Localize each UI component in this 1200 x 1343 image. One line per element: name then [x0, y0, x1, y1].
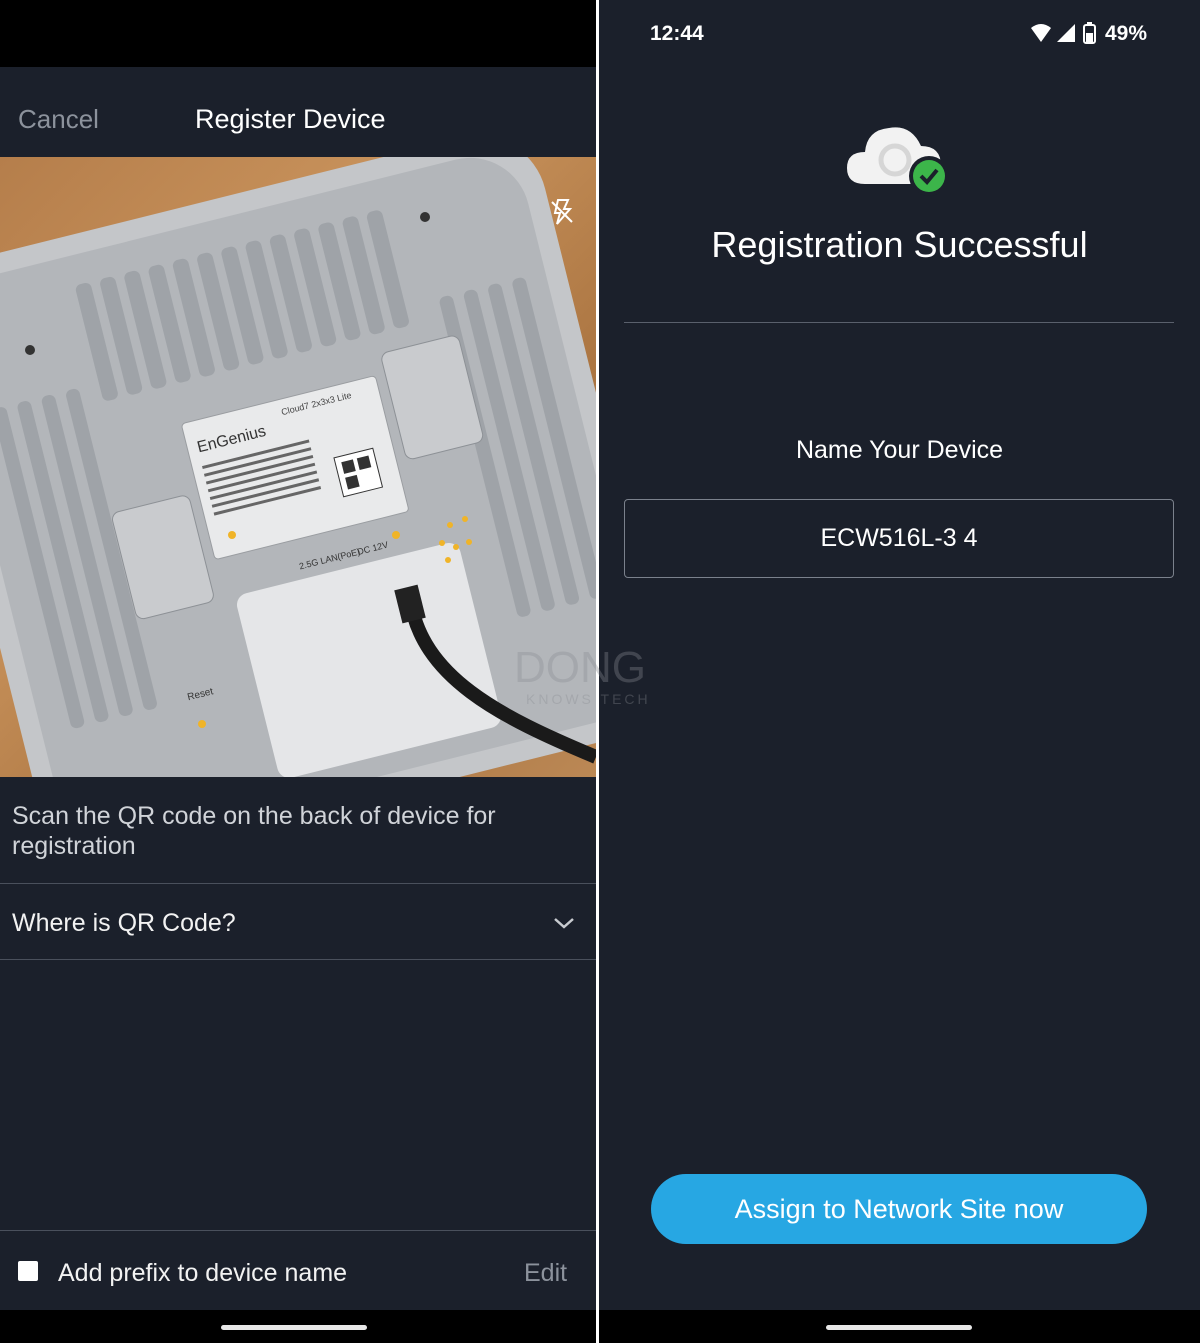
divider [0, 959, 596, 960]
chevron-down-icon[interactable] [552, 913, 576, 933]
register-device-screen: Cancel Register Device EnGenius Cloud7 2… [0, 0, 596, 1343]
battery-percent: 49% [1105, 22, 1148, 45]
cancel-button[interactable]: Cancel [18, 104, 99, 135]
prefix-row: Add prefix to device name Edit [0, 1232, 596, 1310]
prefix-checkbox[interactable] [18, 1261, 38, 1281]
home-indicator[interactable] [826, 1325, 972, 1330]
divider [0, 883, 596, 884]
wifi-icon [1031, 24, 1051, 42]
divider [624, 322, 1174, 323]
battery-icon [1083, 22, 1096, 44]
navigation-bar [0, 1310, 596, 1343]
camera-viewfinder[interactable]: EnGenius Cloud7 2x3x3 Lite 2.5G LAN(PoE)… [0, 157, 596, 777]
device-name-input[interactable] [624, 499, 1174, 578]
prefix-label: Add prefix to device name [58, 1259, 348, 1287]
signal-icon [1057, 24, 1075, 42]
status-bar [0, 0, 596, 67]
divider [0, 1230, 596, 1231]
scan-instruction: Scan the QR code on the back of device f… [12, 802, 496, 860]
status-time: 12:44 [650, 22, 704, 45]
status-icons [1031, 22, 1096, 44]
name-device-label: Name Your Device [795, 436, 1004, 464]
flash-off-icon[interactable] [546, 196, 578, 228]
edit-button[interactable]: Edit [524, 1259, 567, 1288]
home-indicator[interactable] [221, 1325, 367, 1330]
where-is-qr-code-row[interactable]: Where is QR Code? [0, 885, 596, 960]
cloud-success-icon [847, 127, 949, 196]
page-title: Register Device [195, 104, 386, 134]
qr-help-label: Where is QR Code? [12, 909, 236, 937]
device-photo: EnGenius Cloud7 2x3x3 Lite 2.5G LAN(PoE)… [0, 157, 596, 777]
watermark-logo: DONG KNOWS TECH [514, 643, 651, 707]
assign-to-network-site-button[interactable]: Assign to Network Site now [651, 1174, 1147, 1244]
success-title: Registration Successful [711, 224, 1088, 265]
watermark-line1: DONG [514, 643, 646, 692]
watermark-line2: KNOWS TECH [526, 691, 651, 707]
navigation-bar [599, 1310, 1200, 1343]
